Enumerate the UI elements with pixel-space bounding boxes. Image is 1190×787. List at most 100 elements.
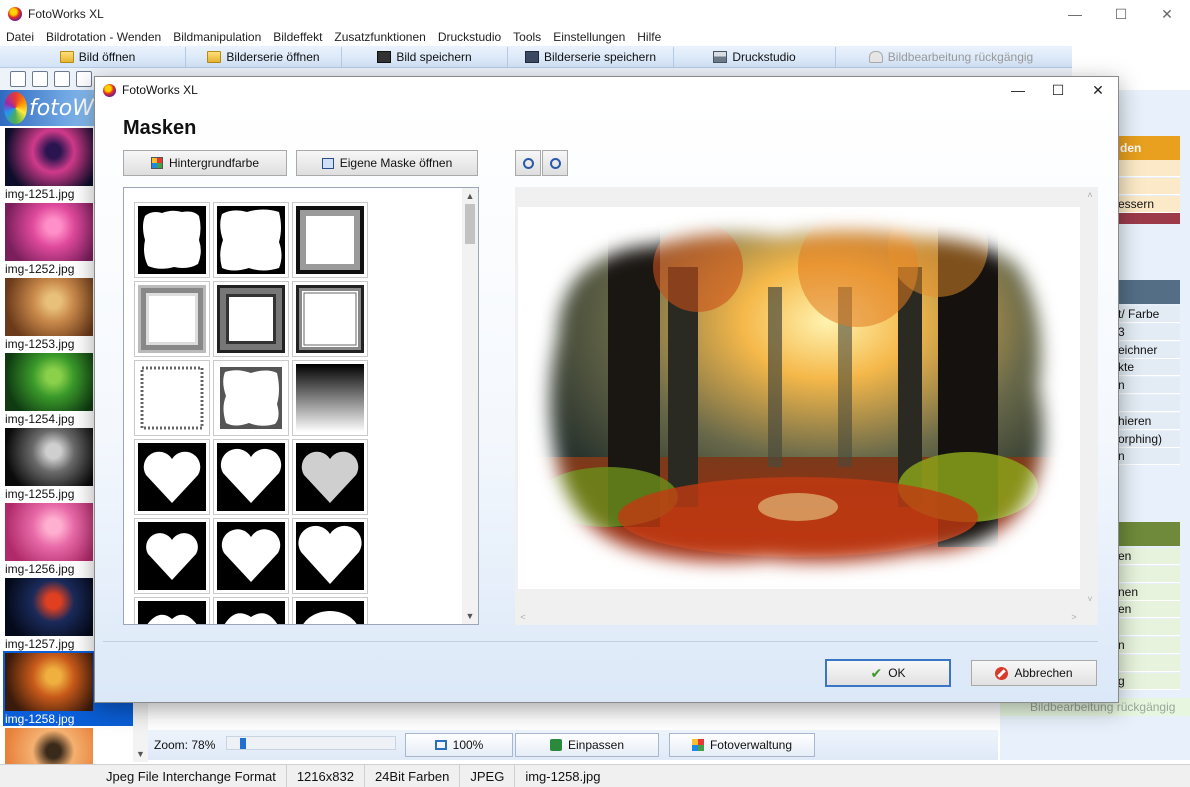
panel-item[interactable]: t/ Farbe [1118,306,1180,323]
panel-item[interactable]: en [1118,548,1180,565]
dialog-close-icon[interactable]: ✕ [1078,77,1118,103]
panel-section-header[interactable] [1118,280,1180,304]
panel-item[interactable]: en [1118,601,1180,619]
zoom-in-button[interactable] [515,150,541,176]
panel-item[interactable]: n [1118,377,1180,395]
panel-section-header[interactable]: den [1118,136,1180,160]
panel-item[interactable]: orphing) [1118,430,1180,448]
mask-thumbnail[interactable] [134,360,210,436]
mask-thumbnail[interactable] [292,518,368,594]
mask-preview: ˄ ˅ ˂ ˃ [515,187,1098,625]
photo-manager-button[interactable]: Fotoverwaltung [669,733,815,757]
mask-thumbnail[interactable] [134,439,210,515]
panel-item[interactable]: nen [1118,583,1180,601]
menu-tools[interactable]: Tools [507,30,547,44]
menu-bildmanipulation[interactable]: Bildmanipulation [167,30,267,44]
rotate-left-icon[interactable] [10,71,26,87]
menu-bildeffekt[interactable]: Bildeffekt [267,30,328,44]
mask-thumbnail[interactable] [213,281,289,357]
menu-bildrotation[interactable]: Bildrotation - Wenden [40,30,167,44]
mask-thumbnail[interactable] [292,360,368,436]
panel-item[interactable]: hieren [1118,412,1180,430]
dialog-body: Masken Hintergrundfarbe Eigene Maske öff… [95,103,1118,702]
menu-druckstudio[interactable]: Druckstudio [432,30,507,44]
mask-thumbnail[interactable] [213,360,289,436]
mask-shape-icon [296,601,364,624]
close-icon[interactable]: ✕ [1144,0,1190,28]
forest-preview-image [518,197,1080,589]
panel-item[interactable] [1118,654,1180,672]
refresh-icon[interactable] [54,71,70,87]
dialog-minimize-icon[interactable]: — [998,77,1038,103]
panel-item[interactable]: g [1118,672,1180,690]
panel-item[interactable]: n [1118,448,1180,466]
mask-thumbnail[interactable] [134,202,210,278]
undo-arrow-icon[interactable] [76,71,92,87]
scroll-up-icon[interactable]: ˄ [1082,187,1098,203]
open-image-button[interactable]: Bild öffnen [10,46,186,67]
background-color-button[interactable]: Hintergrundfarbe [123,150,287,176]
mask-thumbnail[interactable] [292,281,368,357]
panel-item[interactable]: n [1118,637,1180,654]
panel-item[interactable] [1118,619,1180,637]
save-image-button[interactable]: Bild speichern [342,46,508,67]
zoom-100-button[interactable]: 100% [405,733,513,757]
mask-shape-icon [217,522,285,590]
maximize-icon[interactable]: ☐ [1098,0,1144,28]
fit-button[interactable]: Einpassen [515,733,659,757]
zoom-slider[interactable] [226,736,396,750]
mask-thumbnail[interactable] [213,597,289,624]
panel-item[interactable] [1118,160,1180,177]
dialog-maximize-icon[interactable]: ☐ [1038,77,1078,103]
mask-list-scroll-thumb[interactable] [465,204,475,244]
menu-hilfe[interactable]: Hilfe [631,30,667,44]
mask-thumbnail[interactable] [134,518,210,594]
mask-thumbnail[interactable] [213,439,289,515]
cancel-icon [995,666,1009,680]
zoom-out-icon [549,157,561,169]
undo-button[interactable]: Bildbearbeitung rückgängig [836,47,1066,67]
mask-list-scrollbar[interactable]: ▲ ▼ [462,188,478,624]
zoom-slider-thumb[interactable] [239,738,246,749]
mask-thumbnail[interactable] [213,518,289,594]
preview-vertical-scrollbar[interactable]: ˄ ˅ [1082,187,1098,607]
panel-item[interactable]: essern [1118,195,1180,213]
zoom-out-button[interactable] [542,150,568,176]
scroll-right-icon[interactable]: ˃ [1066,609,1082,625]
scroll-down-icon[interactable]: ▼ [462,608,478,624]
mask-shape-icon [296,364,364,432]
menu-datei[interactable]: Datei [0,30,40,44]
mask-thumbnail[interactable] [292,439,368,515]
panel-item[interactable] [1118,565,1180,583]
preview-horizontal-scrollbar[interactable]: ˂ ˃ [515,609,1082,625]
open-series-button[interactable]: Bilderserie öffnen [186,46,342,67]
ok-button[interactable]: ✔ OK [825,659,951,687]
menu-einstellungen[interactable]: Einstellungen [547,30,631,44]
mask-thumbnail[interactable] [292,202,368,278]
mask-thumbnail[interactable] [292,597,368,624]
panel-item[interactable]: kte [1118,359,1180,377]
status-filename: img-1258.jpg [525,768,601,784]
panel-item[interactable]: eichner [1118,341,1180,359]
print-studio-button[interactable]: Druckstudio [674,46,836,67]
mask-shape-icon [138,206,206,274]
panel-section-header[interactable] [1118,522,1180,546]
cancel-button[interactable]: Abbrechen [971,660,1097,686]
save-series-button[interactable]: Bilderserie speichern [508,46,674,67]
panel-item[interactable] [1118,177,1180,195]
open-own-mask-button[interactable]: Eigene Maske öffnen [296,150,478,176]
menu-zusatzfunktionen[interactable]: Zusatzfunktionen [328,30,431,44]
mask-thumbnail[interactable] [134,597,210,624]
scroll-left-icon[interactable]: ˂ [515,609,531,625]
mask-thumbnail[interactable] [213,202,289,278]
scroll-down-icon[interactable]: ˅ [1082,591,1098,607]
scroll-up-icon[interactable]: ▲ [462,188,478,204]
panel-item[interactable]: 3 [1118,323,1180,341]
mask-shape-icon [296,443,364,511]
minimize-icon[interactable]: — [1052,0,1098,28]
scroll-down-icon[interactable]: ▼ [133,746,148,762]
rotate-right-icon[interactable] [32,71,48,87]
panel-item[interactable] [1118,395,1180,412]
masks-dialog: FotoWorks XL — ☐ ✕ Masken Hintergrundfar… [94,76,1119,703]
mask-thumbnail[interactable] [134,281,210,357]
